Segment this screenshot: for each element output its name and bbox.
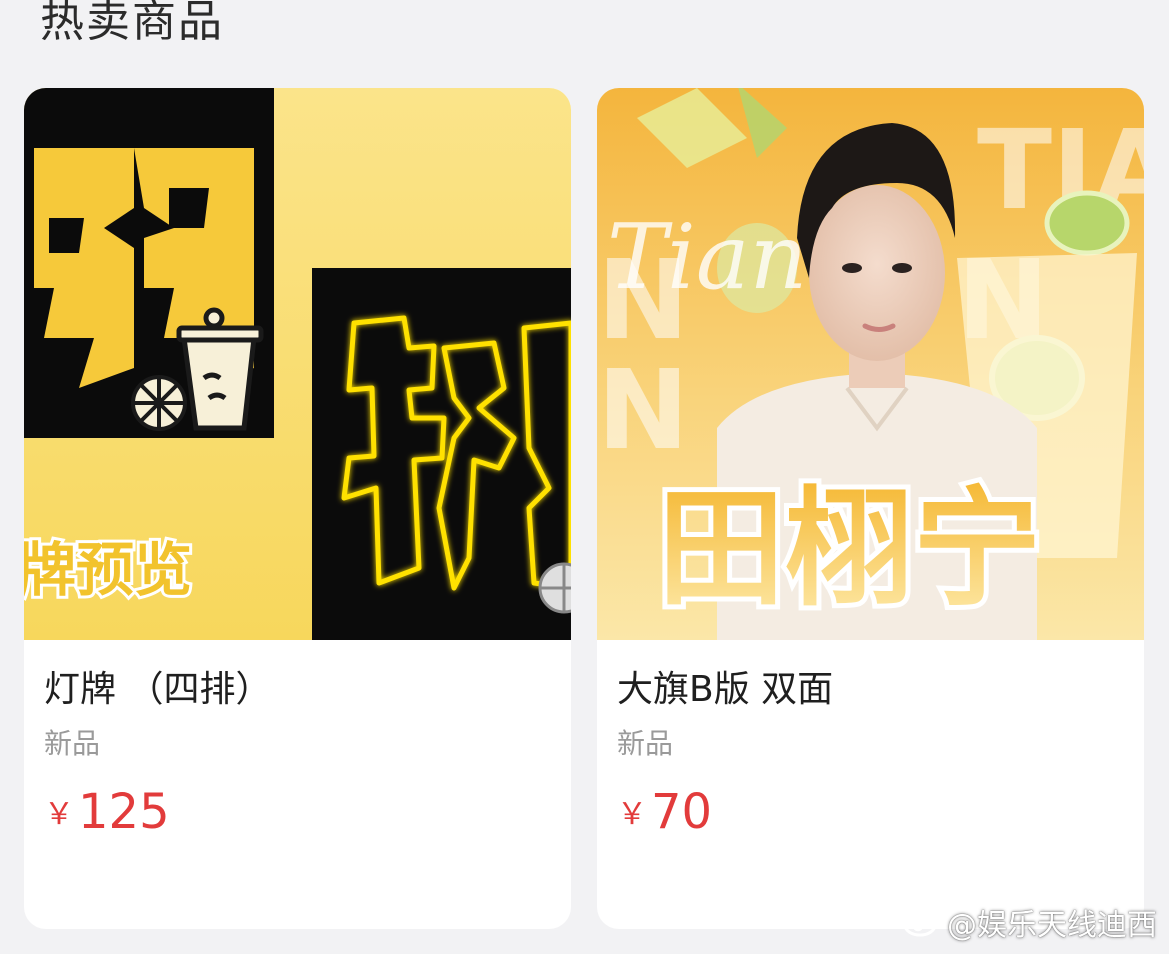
product-tag: 新品 xyxy=(44,727,101,760)
product-image-light-sign[interactable]: 牌预览 牌预览 xyxy=(24,88,571,640)
product-price: ￥125 xyxy=(44,782,170,853)
art-name-text: 田栩宁 xyxy=(657,475,1041,624)
product-price: ￥70 xyxy=(617,782,712,853)
art-text: 牌预览 xyxy=(24,536,192,604)
section-title: 热卖商品 xyxy=(40,0,224,47)
svg-text:N: N xyxy=(597,346,689,474)
product-card-flag[interactable]: TIA N N N Tian xyxy=(597,88,1144,929)
art-script-text: Tian xyxy=(607,205,807,310)
watermark-text: @娱乐天线迪西 xyxy=(947,908,1157,943)
price-value: 125 xyxy=(78,784,170,840)
weibo-logo-icon xyxy=(903,909,942,937)
product-name[interactable]: 灯牌 （四排） xyxy=(44,668,271,712)
page: 热卖商品 牌预览 牌预览 灯牌 （四排） 新品 ￥125 TIA N N Tia… xyxy=(0,0,1169,954)
currency-symbol: ￥ xyxy=(44,797,74,832)
watermark: @娱乐天线迪西 xyxy=(903,900,1157,944)
price-value: 70 xyxy=(651,784,713,840)
product-image-flag[interactable]: TIA N N N Tian xyxy=(597,88,1144,640)
product-info: 灯牌 （四排） 新品 ￥125 xyxy=(24,640,571,929)
product-name[interactable]: 大旗B版 双面 xyxy=(617,668,833,712)
product-tag: 新品 xyxy=(617,727,674,760)
currency-symbol: ￥ xyxy=(617,797,647,832)
product-info: 大旗B版 双面 新品 ￥70 xyxy=(597,640,1144,929)
product-card-light-sign[interactable]: 牌预览 牌预览 灯牌 （四排） 新品 ￥125 xyxy=(24,88,571,929)
